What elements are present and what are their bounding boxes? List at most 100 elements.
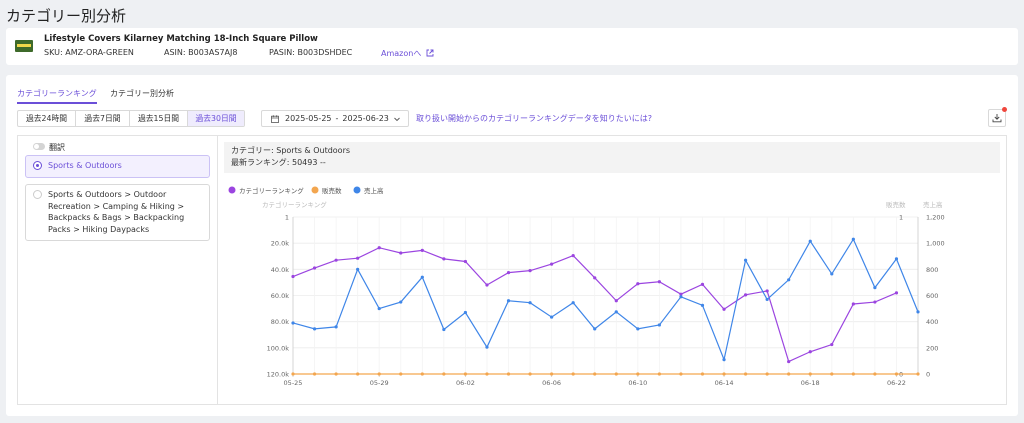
- right-axis-2-tick: 600: [926, 292, 938, 300]
- translate-toggle[interactable]: [33, 143, 45, 150]
- legend-marker: [311, 186, 319, 194]
- range-7d-button[interactable]: 過去7日間: [76, 111, 130, 126]
- category-option-label: Sports & Outdoors: [48, 161, 122, 170]
- sales-point: [291, 321, 295, 325]
- range-30d-button[interactable]: 過去30日間: [188, 111, 244, 126]
- active-tab-indicator: [17, 102, 97, 104]
- category-option-label: Sports & Outdoors > Outdoor Recreation >…: [48, 190, 185, 234]
- sku-value: AMZ-ORA-GREEN: [65, 48, 134, 57]
- ranking-point: [657, 280, 661, 284]
- ranking-point: [636, 282, 640, 286]
- main-card: カテゴリーランキング カテゴリー別分析 過去24時間 過去7日間 過去15日間 …: [6, 75, 1018, 416]
- left-axis-tick: 1: [285, 214, 289, 222]
- left-axis-tick: 60.0k: [271, 292, 289, 300]
- product-name: Lifestyle Covers Kilarney Matching 18-In…: [44, 34, 318, 44]
- left-axis-title: カテゴリーランキング: [262, 200, 327, 209]
- legend-marker: [353, 186, 361, 194]
- left-axis-tick: 80.0k: [271, 318, 289, 326]
- sales-point: [614, 310, 618, 314]
- radio-unselected: [33, 190, 42, 199]
- units-point: [808, 372, 812, 376]
- units-point: [571, 372, 575, 376]
- tab-category-ranking[interactable]: カテゴリーランキング: [17, 88, 97, 99]
- sales-point: [442, 327, 446, 332]
- ranking-point: [442, 257, 446, 261]
- units-point: [506, 372, 511, 376]
- right-axis-1-tick: 1: [899, 214, 903, 222]
- sales-point: [765, 297, 769, 302]
- units-point: [312, 372, 317, 376]
- right-axis-2-tick: 1,200: [926, 214, 945, 222]
- pasin-field: PASIN: B003DSHDEC: [269, 48, 352, 57]
- ranking-point: [851, 302, 855, 306]
- sales-point: [657, 323, 661, 327]
- x-axis-tick: 05-29: [370, 379, 389, 387]
- left-axis-tick: 20.0k: [271, 240, 289, 248]
- units-point: [636, 372, 640, 376]
- left-axis-tick: 120.0k: [267, 371, 290, 379]
- product-card: Lifestyle Covers Kilarney Matching 18-In…: [6, 28, 1018, 65]
- sales-point: [377, 306, 381, 311]
- range-24h-button[interactable]: 過去24時間: [18, 111, 76, 126]
- ranking-point: [334, 258, 338, 262]
- sales-point: [463, 310, 468, 315]
- units-point: [550, 372, 554, 376]
- asin-label: ASIN:: [164, 48, 186, 57]
- ranking-chart: カテゴリーランキング 販売数 売上高カテゴリーランキング 販売数 売上高1 1,20020…: [228, 186, 945, 387]
- ranking-point: [722, 307, 726, 311]
- units-point: [291, 372, 295, 376]
- ranking-point: [830, 342, 834, 347]
- date-range-picker[interactable]: 2025-05-25 - 2025-06-23: [261, 110, 409, 127]
- ranking-point: [873, 300, 877, 304]
- notification-dot: [1002, 107, 1007, 112]
- sales-point: [550, 315, 554, 319]
- units-point: [679, 372, 683, 376]
- legend-label: 販売数: [322, 186, 342, 195]
- sales-point: [506, 299, 511, 303]
- category-option-sports-outdoors[interactable]: Sports & Outdoors: [25, 155, 210, 178]
- right-axis-2-tick: 1,000: [926, 240, 945, 248]
- calendar-icon: [271, 114, 279, 123]
- left-axis-tick: 40.0k: [271, 266, 289, 274]
- ranking-point: [787, 359, 791, 364]
- date-end: 2025-06-23: [342, 114, 389, 123]
- x-axis-tick: 06-22: [887, 379, 906, 387]
- ranking-point: [743, 293, 748, 297]
- sales-point: [312, 327, 317, 331]
- units-point: [830, 372, 834, 376]
- units-point: [614, 372, 618, 376]
- right-axis-2-tick: 400: [926, 318, 938, 326]
- ranking-point: [399, 251, 403, 255]
- units-point: [420, 372, 424, 376]
- sales-point: [700, 303, 705, 307]
- x-axis-tick: 06-10: [628, 379, 647, 387]
- sales-point: [808, 239, 812, 243]
- units-point: [377, 372, 381, 376]
- sku-label: SKU:: [44, 48, 63, 57]
- units-point: [356, 372, 360, 376]
- units-point: [700, 372, 705, 376]
- chart-panel: カテゴリー: Sports & Outdoors 最新ランキング: 50493 …: [217, 135, 1007, 405]
- ranking-point: [700, 282, 705, 286]
- asin-value: B003AS7AJ8: [188, 48, 238, 57]
- units-point: [722, 372, 726, 376]
- history-data-link[interactable]: 取り扱い開始からのカテゴリーランキングデータを知りたいには?: [416, 113, 652, 124]
- x-axis-tick: 06-14: [715, 379, 734, 387]
- sales-point: [894, 257, 899, 261]
- units-point: [916, 372, 920, 376]
- x-axis-tick: 06-02: [456, 379, 475, 387]
- left-axis-tick: 100.0k: [267, 344, 290, 352]
- amazon-link[interactable]: Amazonへ: [381, 48, 434, 59]
- sales-point: [420, 275, 424, 279]
- range-15d-button[interactable]: 過去15日間: [130, 111, 188, 126]
- units-point: [463, 372, 468, 376]
- category-option-hiking-daypacks[interactable]: Sports & Outdoors > Outdoor Recreation >…: [25, 184, 210, 241]
- ranking-point: [528, 269, 532, 273]
- units-point: [334, 372, 338, 376]
- units-point: [528, 372, 532, 376]
- time-range-selector: 過去24時間 過去7日間 過去15日間 過去30日間: [17, 110, 245, 127]
- tab-category-analysis[interactable]: カテゴリー別分析: [110, 88, 174, 99]
- right-axis-2-title: 売上高: [923, 200, 943, 209]
- ranking-point: [571, 253, 575, 258]
- sales-point: [334, 325, 338, 329]
